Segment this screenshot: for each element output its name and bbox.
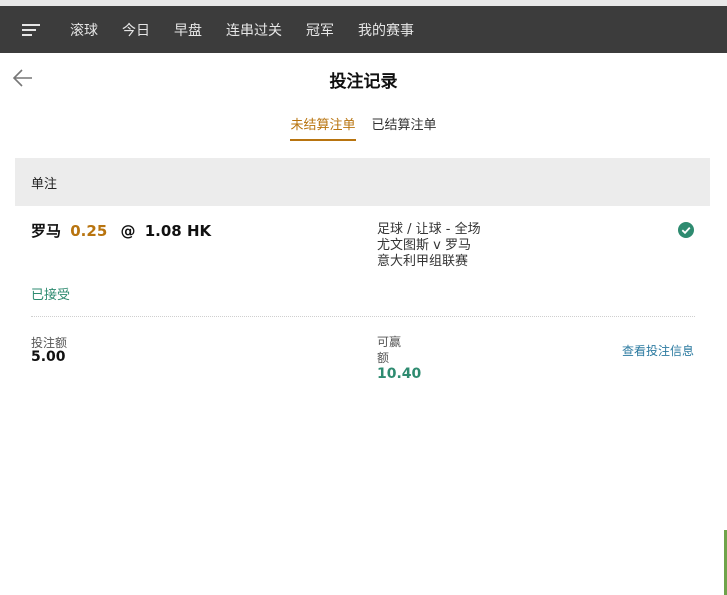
bet-tabs: 未结算注单 已结算注单	[0, 112, 727, 142]
tab-settled[interactable]: 已结算注单	[372, 112, 437, 141]
nav-item-early[interactable]: 早盘	[174, 20, 202, 40]
bet-status: 已接受	[31, 288, 71, 303]
view-bet-details-link[interactable]: 查看投注信息	[622, 342, 694, 359]
potential-win-label: 可赢额	[377, 335, 402, 365]
bet-selection: 罗马	[31, 222, 62, 240]
bet-market-info: 足球 / 让球 - 全场 尤文图斯 v 罗马 意大利甲组联赛	[377, 222, 481, 270]
divider	[31, 316, 695, 317]
page-title: 投注记录	[329, 72, 398, 92]
page-header: 投注记录	[0, 53, 727, 103]
nav-item-outright[interactable]: 冠军	[306, 20, 334, 40]
nav-item-parlay[interactable]: 连串过关	[226, 20, 282, 40]
bet-at-sign: @	[120, 222, 136, 240]
bet-handicap: 0.25	[70, 222, 108, 240]
bet-market: 足球 / 让球 - 全场	[377, 222, 481, 237]
bet-match: 尤文图斯 v 罗马	[377, 238, 471, 253]
check-circle-icon	[678, 222, 694, 238]
nav-item-my-events[interactable]: 我的赛事	[358, 20, 414, 40]
bet-league: 意大利甲组联赛	[377, 254, 469, 269]
section-header-single: 单注	[15, 158, 710, 206]
potential-win-value: 10.40	[377, 366, 422, 382]
menu-button[interactable]	[0, 6, 62, 53]
tab-unsettled[interactable]: 未结算注单	[290, 112, 356, 141]
stake-value: 5.00	[31, 349, 66, 365]
nav-item-inplay[interactable]: 滚球	[70, 20, 98, 40]
hamburger-icon	[22, 23, 40, 36]
nav-item-today[interactable]: 今日	[122, 20, 150, 40]
top-navbar: 滚球 今日 早盘 连串过关 冠军 我的赛事	[0, 6, 727, 53]
bet-selection-line: 罗马 0.25 @ 1.08 HK	[31, 220, 211, 241]
bet-odds: 1.08 HK	[144, 222, 212, 240]
